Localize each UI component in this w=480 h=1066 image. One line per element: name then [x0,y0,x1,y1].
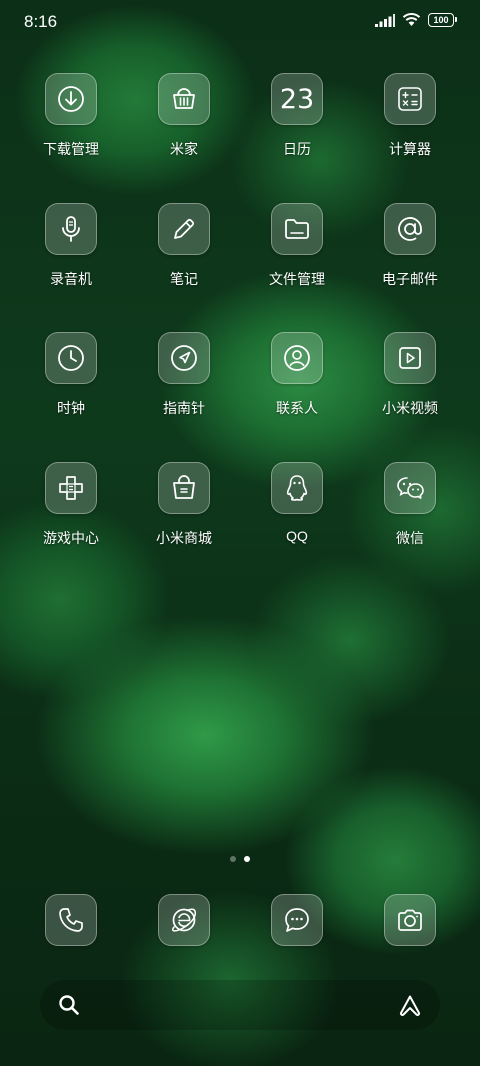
app-email[interactable]: 电子邮件 [354,203,466,313]
app-label: 文件管理 [269,271,325,287]
compass-icon-tile[interactable] [158,332,210,384]
message-icon [285,908,309,932]
folder-icon [285,219,309,239]
signal-icon [375,13,395,27]
battery-level: 100 [433,15,449,25]
app-qq[interactable]: QQ [241,462,353,572]
app-label: 计算器 [389,141,431,157]
calendar-date: 23 [279,83,315,115]
app-label: 小米商城 [156,530,212,546]
page-indicator [0,856,480,862]
app-label: QQ [286,528,308,544]
calculator-icon [398,87,422,111]
gamepad-cross-icon [59,476,83,500]
contact-icon [284,345,310,371]
app-compass[interactable]: 指南针 [128,332,240,442]
app-label: 米家 [170,141,198,157]
camera-icon [398,909,422,931]
wechat-icon [397,477,424,499]
app-mi-store[interactable]: 小米商城 [128,462,240,572]
app-label: 微信 [396,530,424,546]
qq-penguin-icon-tile[interactable] [271,462,323,514]
app-calendar[interactable]: 23 日历 [241,73,353,183]
qq-penguin-icon [286,475,308,501]
app-label: 日历 [283,141,311,157]
clock-icon [58,345,84,371]
app-label: 指南针 [163,400,205,416]
at-sign-icon-tile[interactable] [384,203,436,255]
dock-phone-button[interactable] [45,894,97,946]
microphone-icon-tile[interactable] [45,203,97,255]
dock-messages-button[interactable] [271,894,323,946]
calculator-icon-tile[interactable] [384,73,436,125]
contact-icon-tile[interactable] [271,332,323,384]
status-icons: 100 [375,13,457,27]
dock-browser-button[interactable] [158,894,210,946]
app-contacts[interactable]: 联系人 [241,332,353,442]
phone-icon [59,908,83,932]
status-time: 8:16 [24,12,58,31]
app-game-center[interactable]: 游戏中心 [15,462,127,572]
browser-icon [171,908,197,932]
app-mi-video[interactable]: 小米视频 [354,332,466,442]
page-dot[interactable] [230,856,236,862]
app-mijia[interactable]: 米家 [128,73,240,183]
status-bar: 8:16 100 [0,0,480,44]
wifi-icon [402,13,421,26]
app-calculator[interactable]: 计算器 [354,73,466,183]
dock-camera-button[interactable] [384,894,436,946]
play-icon-tile[interactable] [384,332,436,384]
pencil-icon [174,218,195,239]
play-icon [399,347,421,369]
folder-icon-tile[interactable] [271,203,323,255]
shopping-bag-icon-tile[interactable] [158,462,210,514]
app-notes[interactable]: 笔记 [128,203,240,313]
page-dot-active[interactable] [244,856,250,862]
app-label: 小米视频 [382,400,438,416]
calendar-icon[interactable]: 23 [271,73,323,125]
download-icon [58,86,84,112]
microphone-icon [62,216,80,242]
wechat-icon-tile[interactable] [384,462,436,514]
basket-icon-tile[interactable] [158,73,210,125]
clock-icon-tile[interactable] [45,332,97,384]
app-clock[interactable]: 时钟 [15,332,127,442]
gamepad-cross-icon-tile[interactable] [45,462,97,514]
assistant-icon[interactable] [398,994,422,1016]
app-label: 联系人 [276,400,318,416]
pencil-icon-tile[interactable] [158,203,210,255]
compass-icon [171,345,197,371]
app-download-manager[interactable]: 下载管理 [15,73,127,183]
app-wechat[interactable]: 微信 [354,462,466,572]
download-icon-tile[interactable] [45,73,97,125]
app-label: 笔记 [170,271,198,287]
battery-icon: 100 [428,13,457,27]
app-label: 下载管理 [43,141,99,157]
basket-icon [173,88,195,109]
app-label: 游戏中心 [43,530,99,546]
shopping-bag-icon [173,475,195,499]
app-label: 时钟 [57,400,85,416]
app-recorder[interactable]: 录音机 [15,203,127,313]
app-label: 录音机 [50,271,92,287]
search-bar[interactable] [40,980,440,1030]
at-sign-icon [398,217,422,241]
app-label: 电子邮件 [382,271,438,287]
search-icon[interactable] [58,994,80,1016]
app-file-manager[interactable]: 文件管理 [241,203,353,313]
